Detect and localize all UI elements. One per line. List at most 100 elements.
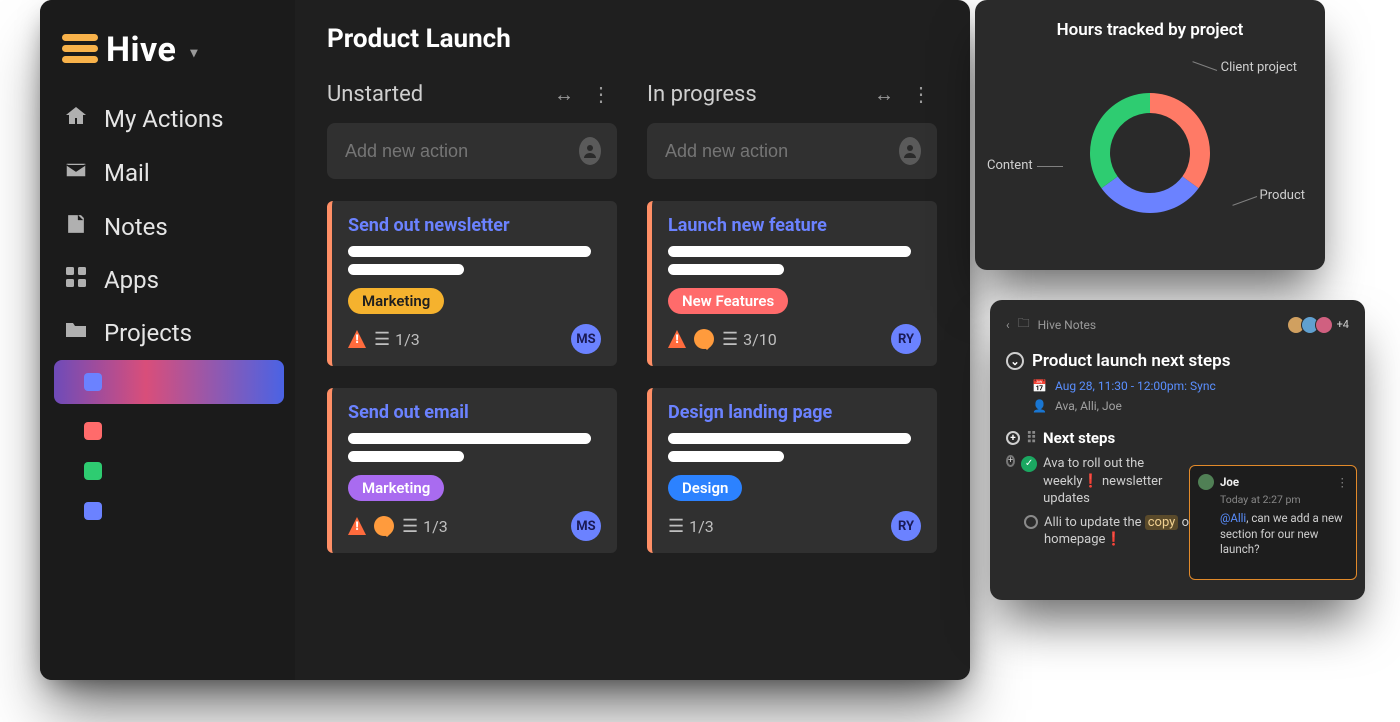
priority-warning-icon: ! xyxy=(348,330,366,348)
resize-icon[interactable]: ↔ xyxy=(554,82,580,106)
comment-time: Today at 2:27 pm xyxy=(1220,493,1348,506)
avatar xyxy=(1198,474,1214,490)
donut-chart: Client project Product Content xyxy=(985,48,1315,258)
comment-icon[interactable] xyxy=(694,329,714,349)
app-window: Hive ▾ My Actions Mail xyxy=(40,0,970,680)
resize-icon[interactable]: ↔ xyxy=(874,82,900,106)
add-action-row[interactable] xyxy=(647,123,937,179)
assignee-avatar[interactable]: RY xyxy=(891,511,921,541)
priority-warning-icon: ! xyxy=(668,330,686,348)
card-tag[interactable]: New Features xyxy=(668,288,788,314)
comment-menu-icon[interactable]: ⋮ xyxy=(1337,475,1349,489)
primary-nav: My Actions Mail Notes xyxy=(40,92,295,360)
board-column: Unstarted ↔ ⋮ Send out newsletter Market… xyxy=(327,82,617,575)
card-tag[interactable]: Marketing xyxy=(348,288,444,314)
nav-label: Notes xyxy=(104,213,168,241)
note-icon xyxy=(62,212,90,242)
comment-card: Joe ⋮ Today at 2:27 pm @Alli, can we add… xyxy=(1189,465,1357,580)
add-action-input[interactable] xyxy=(343,140,579,163)
note-schedule[interactable]: Aug 28, 11:30 - 12:00pm: Sync xyxy=(1055,379,1216,393)
assignee-avatar[interactable]: MS xyxy=(571,324,601,354)
assignee-placeholder-icon[interactable] xyxy=(579,137,601,165)
card-tag[interactable]: Design xyxy=(668,475,742,501)
comment-icon[interactable] xyxy=(374,516,394,536)
nav-projects[interactable]: Projects xyxy=(40,306,295,360)
assignee-avatar[interactable]: RY xyxy=(891,324,921,354)
nav-mail[interactable]: Mail xyxy=(40,146,295,200)
notes-widget: ‹ 🗀 Hive Notes +4 ⌄ Product launch next … xyxy=(990,300,1365,600)
assignee-avatar[interactable]: MS xyxy=(571,511,601,541)
checklist-item[interactable]: + ✓ Ava to roll out the weekly❗ newslett… xyxy=(1006,455,1196,508)
board-title: Product Launch xyxy=(327,24,950,54)
board-card[interactable]: Design landing page Design ☰ 1/3 RY xyxy=(647,388,937,553)
chart-label-product: Product xyxy=(1260,188,1305,203)
project-color-swatch xyxy=(84,502,102,520)
nav-notes[interactable]: Notes xyxy=(40,200,295,254)
sidebar: Hive ▾ My Actions Mail xyxy=(40,0,295,680)
subtask-count: 1/3 xyxy=(395,330,420,349)
donut-segment[interactable] xyxy=(1150,93,1210,188)
donut-segment[interactable] xyxy=(1101,177,1198,213)
nav-label: Projects xyxy=(104,319,192,347)
card-title: Design landing page xyxy=(668,402,921,423)
card-title: Launch new feature xyxy=(668,215,921,236)
assignee-placeholder-icon[interactable] xyxy=(899,137,921,165)
subtasks-icon: ☰ xyxy=(374,329,387,350)
priority-warning-icon: ! xyxy=(348,517,366,535)
note-heading: Product launch next steps xyxy=(1032,351,1230,371)
brand-name: Hive xyxy=(106,30,176,70)
chart-widget: Hours tracked by project Client project … xyxy=(975,0,1325,270)
chart-label-client: Client project xyxy=(1221,60,1297,75)
column-menu-icon[interactable]: ⋮ xyxy=(591,82,617,106)
apps-icon xyxy=(62,266,90,294)
board-column: In progress ↔ ⋮ Launch new feature New F… xyxy=(647,82,937,575)
check-done-icon[interactable]: ✓ xyxy=(1021,456,1037,472)
section-heading: Next steps xyxy=(1043,429,1115,447)
add-item-icon[interactable]: + xyxy=(1006,455,1015,467)
board: Product Launch Unstarted ↔ ⋮ Send out ne… xyxy=(295,0,970,680)
drag-icon[interactable]: ⠿ xyxy=(1026,429,1037,447)
project-item[interactable] xyxy=(84,462,295,484)
back-icon[interactable]: ‹ xyxy=(1006,318,1010,332)
comment-mention[interactable]: @Alli xyxy=(1220,511,1246,525)
board-card[interactable]: Launch new feature New Features ! ☰ 3/10… xyxy=(647,201,937,366)
card-title: Send out email xyxy=(348,402,601,423)
project-selected[interactable] xyxy=(54,360,284,404)
column-menu-icon[interactable]: ⋮ xyxy=(911,82,937,106)
subtask-count: 1/3 xyxy=(689,517,714,536)
add-item-icon[interactable]: + xyxy=(1006,431,1020,445)
project-color-swatch xyxy=(84,462,102,480)
nav-label: My Actions xyxy=(104,105,224,133)
project-color-swatch xyxy=(84,373,102,391)
checklist-item[interactable]: Alli to update the copy on homepage❗ xyxy=(1024,514,1214,549)
hive-logo-icon xyxy=(62,32,102,68)
collapse-icon[interactable]: ⌄ xyxy=(1006,352,1024,370)
comment-author: Joe xyxy=(1220,475,1239,489)
brand[interactable]: Hive ▾ xyxy=(40,30,295,92)
project-color-swatch xyxy=(84,422,102,440)
chart-title: Hours tracked by project xyxy=(985,20,1315,40)
add-action-row[interactable] xyxy=(327,123,617,179)
mail-icon xyxy=(62,158,90,188)
attendee-avatars[interactable]: +4 xyxy=(1291,316,1349,334)
notes-breadcrumb[interactable]: Hive Notes xyxy=(1038,318,1096,332)
column-title: In progress xyxy=(647,82,757,107)
note-attendees: Ava, Alli, Joe xyxy=(1055,399,1122,413)
card-title: Send out newsletter xyxy=(348,215,601,236)
project-item[interactable] xyxy=(84,422,295,444)
nav-apps[interactable]: Apps xyxy=(40,254,295,306)
project-item[interactable] xyxy=(84,502,295,524)
card-tag[interactable]: Marketing xyxy=(348,475,444,501)
add-action-input[interactable] xyxy=(663,140,899,163)
board-card[interactable]: Send out newsletter Marketing ! ☰ 1/3 MS xyxy=(327,201,617,366)
subtasks-icon: ☰ xyxy=(402,516,415,537)
subtask-count: 3/10 xyxy=(743,330,777,349)
folder-icon xyxy=(62,318,90,348)
column-title: Unstarted xyxy=(327,82,423,107)
check-open-icon[interactable] xyxy=(1024,515,1038,529)
workspace-caret-icon[interactable]: ▾ xyxy=(190,45,198,61)
board-card[interactable]: Send out email Marketing ! ☰ 1/3 MS xyxy=(327,388,617,553)
nav-my-actions[interactable]: My Actions xyxy=(40,92,295,146)
nav-label: Mail xyxy=(104,159,150,187)
donut-segment[interactable] xyxy=(1090,93,1150,188)
